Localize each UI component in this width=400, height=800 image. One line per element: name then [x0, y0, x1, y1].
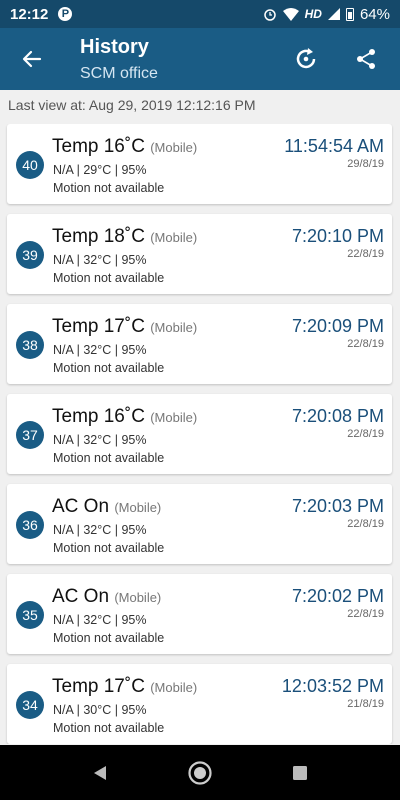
- refresh-button[interactable]: [288, 41, 324, 77]
- item-title: Temp 16˚C (Mobile): [52, 406, 197, 428]
- alarm-icon: [263, 9, 276, 21]
- battery-icon: [345, 7, 354, 21]
- last-view-text: Last view at: Aug 29, 2019 12:12:16 PM: [8, 97, 256, 113]
- status-bar: 12:12 P HD 64%: [0, 0, 400, 28]
- item-motion: Motion not available: [53, 271, 165, 285]
- item-date: 21/8/19: [347, 698, 384, 710]
- item-time: 7:20:10 PM: [291, 226, 384, 246]
- item-date: 22/8/19: [347, 608, 384, 620]
- item-motion: Motion not available: [53, 721, 165, 735]
- item-source: (Mobile): [114, 590, 162, 605]
- history-item[interactable]: 35 AC On (Mobile) N/A | 32°C | 95% Motio…: [7, 574, 392, 654]
- item-details: N/A | 30°C | 95%: [53, 703, 147, 717]
- item-motion: Motion not available: [53, 541, 165, 555]
- item-title: Temp 18˚C (Mobile): [52, 226, 197, 248]
- history-item[interactable]: 34 Temp 17˚C (Mobile) N/A | 30°C | 95% M…: [7, 664, 392, 744]
- signal-icon: [327, 8, 340, 20]
- item-details: N/A | 29°C | 95%: [53, 163, 147, 177]
- share-button[interactable]: [348, 41, 384, 77]
- item-title-text: Temp 16˚C: [52, 136, 145, 157]
- item-motion: Motion not available: [53, 631, 165, 645]
- item-title: AC On (Mobile): [52, 586, 161, 608]
- nav-recents-button[interactable]: [286, 759, 314, 787]
- item-number-badge: 37: [16, 421, 44, 449]
- item-date: 22/8/19: [347, 428, 384, 440]
- item-time: 7:20:02 PM: [291, 586, 384, 606]
- history-item[interactable]: 38 Temp 17˚C (Mobile) N/A | 32°C | 95% M…: [7, 304, 392, 384]
- item-title-text: Temp 17˚C: [52, 316, 145, 337]
- item-number-badge: 34: [16, 691, 44, 719]
- nav-home-button[interactable]: [186, 759, 214, 787]
- history-item[interactable]: 39 Temp 18˚C (Mobile) N/A | 32°C | 95% M…: [7, 214, 392, 294]
- item-number-badge: 35: [16, 601, 44, 629]
- status-time: 12:12: [10, 5, 49, 23]
- item-details: N/A | 32°C | 95%: [53, 523, 147, 537]
- back-button[interactable]: [14, 41, 50, 77]
- hd-label: HD: [304, 7, 322, 21]
- item-source: (Mobile): [150, 680, 198, 695]
- item-title: Temp 16˚C (Mobile): [52, 136, 197, 158]
- history-list[interactable]: 40 Temp 16˚C (Mobile) N/A | 29°C | 95% M…: [0, 124, 400, 744]
- item-number-badge: 39: [16, 241, 44, 269]
- nav-back-button[interactable]: [86, 759, 114, 787]
- item-source: (Mobile): [150, 140, 198, 155]
- item-motion: Motion not available: [53, 451, 165, 465]
- history-item[interactable]: 37 Temp 16˚C (Mobile) N/A | 32°C | 95% M…: [7, 394, 392, 474]
- item-details: N/A | 32°C | 95%: [53, 433, 147, 447]
- item-time: 7:20:09 PM: [291, 316, 384, 336]
- item-source: (Mobile): [150, 320, 198, 335]
- wifi-icon: [282, 7, 299, 21]
- arrow-back-icon: [22, 50, 42, 68]
- item-time: 11:54:54 AM: [284, 136, 384, 156]
- item-number-badge: 40: [16, 151, 44, 179]
- item-title-text: AC On: [52, 496, 110, 517]
- item-title: AC On (Mobile): [52, 496, 161, 518]
- history-item[interactable]: 36 AC On (Mobile) N/A | 32°C | 95% Motio…: [7, 484, 392, 564]
- parking-notification-icon: P: [58, 7, 73, 21]
- status-icons: HD 64%: [263, 6, 390, 23]
- page-title: History: [80, 36, 149, 58]
- page-subtitle: SCM office: [80, 65, 158, 82]
- item-number-badge: 36: [16, 511, 44, 539]
- item-details: N/A | 32°C | 95%: [53, 343, 147, 357]
- item-number-badge: 38: [16, 331, 44, 359]
- item-time: 7:20:08 PM: [291, 406, 384, 426]
- item-source: (Mobile): [150, 410, 198, 425]
- item-title-text: Temp 17˚C: [52, 676, 145, 697]
- item-motion: Motion not available: [53, 361, 165, 375]
- item-title-text: Temp 16˚C: [52, 406, 145, 427]
- item-title-text: Temp 18˚C: [52, 226, 145, 247]
- item-motion: Motion not available: [53, 181, 165, 195]
- item-date: 22/8/19: [347, 338, 384, 350]
- share-icon: [357, 49, 375, 69]
- history-item[interactable]: 40 Temp 16˚C (Mobile) N/A | 29°C | 95% M…: [7, 124, 392, 204]
- item-time: 12:03:52 PM: [281, 676, 384, 696]
- circle-home-icon: [188, 761, 212, 785]
- battery-percent: 64%: [359, 5, 390, 23]
- refresh-icon: [296, 48, 316, 69]
- item-date: 22/8/19: [347, 248, 384, 260]
- item-date: 29/8/19: [347, 158, 384, 170]
- triangle-back-icon: [94, 766, 106, 780]
- square-recents-icon: [293, 766, 307, 780]
- navigation-bar: [0, 745, 400, 800]
- item-title-text: AC On: [52, 586, 110, 607]
- app-bar: History SCM office: [0, 28, 400, 90]
- item-details: N/A | 32°C | 95%: [53, 253, 147, 267]
- item-date: 22/8/19: [347, 518, 384, 530]
- item-title: Temp 17˚C (Mobile): [52, 676, 197, 698]
- item-time: 7:20:03 PM: [291, 496, 384, 516]
- item-title: Temp 17˚C (Mobile): [52, 316, 197, 338]
- item-details: N/A | 32°C | 95%: [53, 613, 147, 627]
- item-source: (Mobile): [114, 500, 162, 515]
- item-source: (Mobile): [150, 230, 198, 245]
